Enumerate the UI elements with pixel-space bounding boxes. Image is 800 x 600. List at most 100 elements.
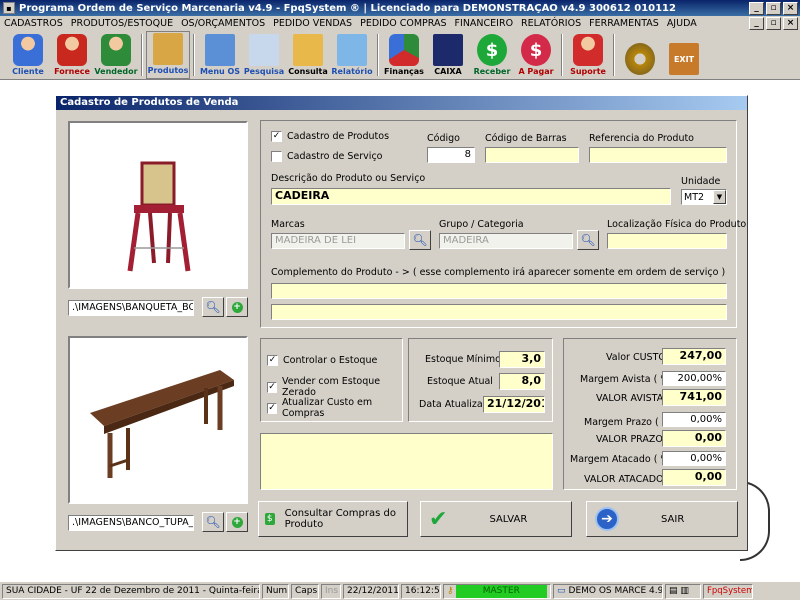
codigo-field[interactable]: 8	[427, 147, 475, 163]
toolbar-pesquisa-button[interactable]: Pesquisa	[242, 31, 286, 79]
menu-ferramentas[interactable]: FERRAMENTAS	[585, 18, 663, 29]
toolbar-cliente-button[interactable]: Cliente	[6, 31, 50, 79]
toolbar-pesquisa-label: Pesquisa	[243, 67, 285, 76]
referencia-field[interactable]	[589, 147, 727, 163]
cadastro-produtos-checkbox[interactable]: ✓ Cadastro de Produtos	[271, 131, 389, 142]
toolbar-consulta-label: Consulta	[288, 67, 328, 76]
blue-arrow-icon: ➔	[595, 507, 619, 531]
status-brand: FpqSystem	[703, 583, 753, 599]
sair-button[interactable]: ➔ SAIR	[586, 501, 738, 537]
localizacao-field[interactable]	[607, 233, 727, 249]
mdi-restore-button[interactable]: ▫	[766, 16, 781, 30]
menu-produtos-estoque[interactable]: PRODUTOS/ESTOQUE	[67, 18, 177, 29]
product-image-2[interactable]	[68, 336, 248, 504]
complemento-field-2[interactable]	[271, 304, 727, 320]
magnifier-document-icon	[249, 34, 279, 66]
controlar-estoque-checkbox[interactable]: ✓ Controlar o Estoque	[267, 355, 377, 366]
toolbar-settings-button[interactable]	[618, 31, 662, 79]
unidade-select[interactable]: MT2 ▼	[681, 189, 727, 205]
status-master: ⚷ MASTER	[443, 583, 551, 599]
menu-relatorios[interactable]: RELATÓRIOS	[517, 18, 585, 29]
marcas-field[interactable]: MADEIRA DE LEI	[271, 233, 405, 249]
toolbar-fornece-button[interactable]: Fornece	[50, 31, 94, 79]
consultar-compras-button[interactable]: $ Consultar Compras do Produto	[258, 501, 408, 537]
app-icon[interactable]: ▪	[3, 2, 15, 14]
valor-avista-field[interactable]: 741,00	[662, 389, 726, 406]
printer-icon	[337, 34, 367, 66]
person-red-icon	[57, 34, 87, 66]
close-button[interactable]: ×	[783, 1, 798, 15]
menu-ajuda[interactable]: AJUDA	[663, 18, 701, 29]
image-1-add-button[interactable]: +	[226, 297, 248, 317]
maximize-button[interactable]: ▫	[766, 1, 781, 15]
status-ins: Ins	[321, 583, 341, 599]
data-atualizado-field[interactable]: 21/12/2011	[483, 396, 545, 413]
atualizar-custo-checkbox[interactable]: ✓ Atualizar Custo em Compras	[267, 397, 402, 419]
toolbar-receber-button[interactable]: $ Receber	[470, 31, 514, 79]
toolbar-consulta-button[interactable]: Consulta	[286, 31, 330, 79]
mdi-minimize-button[interactable]: _	[749, 16, 764, 30]
exit-door-icon: EXIT	[669, 43, 699, 75]
margem-prazo-field[interactable]: 0,00%	[662, 412, 726, 427]
green-plus-icon: +	[231, 516, 243, 528]
toolbar-separator	[613, 34, 615, 76]
marcas-label: Marcas	[271, 219, 305, 230]
menu-cadastros[interactable]: CADASTROS	[0, 18, 67, 29]
cadastro-servico-checkbox[interactable]: Cadastro de Serviço	[271, 151, 382, 162]
salvar-button[interactable]: ✔ SALVAR	[420, 501, 572, 537]
image-2-search-button[interactable]: 🔍︎	[202, 512, 224, 532]
valor-prazo-label: VALOR PRAZO	[596, 434, 663, 445]
menu-pedido-vendas[interactable]: PEDIDO VENDAS	[269, 18, 356, 29]
menu-pedido-compras[interactable]: PEDIDO COMPRAS	[356, 18, 450, 29]
magnifier-icon: 🔍︎	[205, 300, 221, 314]
title-bar: ▪ Programa Ordem de Serviço Marcenaria v…	[0, 0, 800, 16]
mdi-close-button[interactable]: ×	[783, 16, 798, 30]
checkbox-box: ✓	[267, 381, 277, 393]
toolbar-financas-button[interactable]: Finanças	[382, 31, 426, 79]
minimize-button[interactable]: _	[749, 1, 764, 15]
toolbar-fornece-label: Fornece	[54, 67, 90, 76]
toolbar-a-pagar-button[interactable]: $ A Pagar	[514, 31, 558, 79]
valor-prazo-field[interactable]: 0,00	[662, 430, 726, 447]
toolbar-relatorio-button[interactable]: Relatório	[330, 31, 374, 79]
dollar-doc-icon: $	[265, 513, 275, 525]
grupo-field[interactable]: MADEIRA	[439, 233, 573, 249]
folder-icon	[293, 34, 323, 66]
descricao-label: Descrição do Produto ou Serviço	[271, 173, 426, 184]
margem-atacado-field[interactable]: 0,00%	[662, 451, 726, 466]
menu-financeiro[interactable]: FINANCEIRO	[451, 18, 518, 29]
codigo-barras-label: Código de Barras	[485, 133, 567, 144]
margem-avista-field[interactable]: 200,00%	[662, 371, 726, 386]
status-icons: ▤ ▥	[665, 583, 701, 599]
complemento-field-1[interactable]	[271, 283, 727, 299]
status-date: 22/12/2011	[343, 583, 399, 599]
descricao-field[interactable]: CADEIRA	[271, 188, 671, 205]
product-info-panel: ✓ Cadastro de Produtos Cadastro de Servi…	[260, 120, 746, 328]
green-dollar-icon: $	[477, 34, 507, 66]
toolbar-caixa-button[interactable]: CAIXA	[426, 31, 470, 79]
product-image-1[interactable]	[68, 121, 248, 289]
estoque-atual-field[interactable]: 8,0	[499, 373, 545, 390]
estoque-atual-label: Estoque Atual	[427, 376, 493, 387]
toolbar-vendedor-button[interactable]: Vendedor	[94, 31, 138, 79]
image-1-path-field[interactable]: .\IMAGENS\BANQUETA_BOSS	[68, 300, 194, 316]
toolbar-menu-os-button[interactable]: Menu OS	[198, 31, 242, 79]
toolbar-produtos-button[interactable]: Produtos	[146, 31, 190, 79]
image-1-search-button[interactable]: 🔍︎	[202, 297, 224, 317]
grupo-search-button[interactable]: 🔍︎	[577, 230, 599, 250]
codigo-barras-field[interactable]	[485, 147, 579, 163]
vender-zerado-checkbox[interactable]: ✓ Vender com Estoque Zerado	[267, 376, 402, 398]
image-2-path-field[interactable]: .\IMAGENS\BANCO_TUPA_3.J	[68, 515, 194, 531]
toolbar-suporte-button[interactable]: Suporte	[566, 31, 610, 79]
green-check-icon: ✔	[429, 506, 448, 532]
valor-custo-field[interactable]: 247,00	[662, 348, 726, 365]
estoque-minimo-field[interactable]: 3,0	[499, 351, 545, 368]
magnifier-icon: 🔍︎	[580, 233, 596, 247]
valor-atacado-field[interactable]: 0,00	[662, 469, 726, 486]
notes-area[interactable]	[260, 433, 553, 490]
image-2-add-button[interactable]: +	[226, 512, 248, 532]
marcas-search-button[interactable]: 🔍︎	[409, 230, 431, 250]
support-person-icon	[573, 34, 603, 66]
toolbar-exit-button[interactable]: EXIT	[662, 31, 706, 79]
menu-os-orcamentos[interactable]: OS/ORÇAMENTOS	[177, 18, 269, 29]
